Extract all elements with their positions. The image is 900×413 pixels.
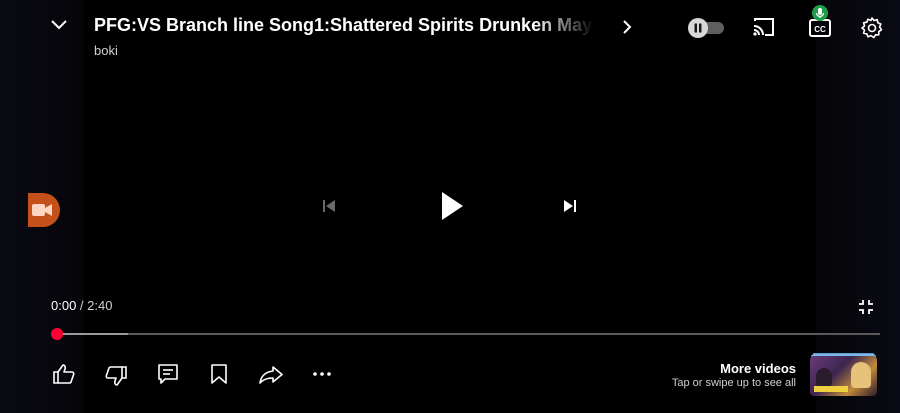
thumbs-down-icon [105,366,127,386]
more-videos-hint: Tap or swipe up to see all [671,377,796,389]
autoplay-toggle-icon [688,18,724,38]
next-title-button[interactable] [615,14,639,40]
play-icon [442,192,463,220]
settings-button[interactable] [858,14,886,42]
share-icon [259,366,283,384]
autoplay-toggle[interactable] [686,16,726,40]
cast-icon [753,18,774,36]
time-separator: / [76,298,88,313]
like-button[interactable] [52,362,76,386]
current-time: 0:00 [51,298,77,313]
comments-button[interactable] [156,362,180,386]
play-button[interactable] [434,186,470,226]
duration: 2:40 [87,298,113,313]
comments-icon [158,364,178,384]
thumbnail-figure-right [851,362,871,388]
exit-fullscreen-icon [859,300,873,314]
more-videos-thumbnail[interactable] [810,356,877,396]
share-button[interactable] [258,363,284,387]
more-actions-button[interactable] [310,362,334,386]
chevron-right-icon [623,20,632,34]
cast-button[interactable] [750,15,778,39]
bookmark-icon [211,364,227,384]
exit-fullscreen-button[interactable] [854,295,878,319]
svg-text:CC: CC [814,25,826,34]
closed-captions-icon: CC [809,5,831,37]
gear-icon [861,17,883,39]
previous-button[interactable] [318,195,340,217]
skip-next-icon [564,200,576,212]
captions-button[interactable]: CC [806,4,834,40]
next-button[interactable] [559,195,581,217]
right-shade [816,0,900,413]
more-horizontal-icon [313,372,331,376]
dislike-button[interactable] [104,364,128,388]
more-videos-title[interactable]: More videos [720,361,796,376]
progress-track[interactable] [57,333,880,335]
collapse-button[interactable] [46,12,72,38]
thumbs-up-icon [53,364,75,384]
video-title[interactable]: PFG:VS Branch line Song1:Shattered Spiri… [94,15,594,36]
thumbnail-caption-band [814,386,848,392]
save-button[interactable] [207,362,231,386]
channel-name[interactable]: boki [94,43,118,58]
time-display: 0:00 / 2:40 [51,298,112,313]
buffered-bar [57,333,128,335]
chevron-down-icon [51,20,67,30]
scrubber-handle[interactable] [51,328,63,340]
video-camera-icon [32,204,52,216]
skip-previous-icon [323,200,335,212]
